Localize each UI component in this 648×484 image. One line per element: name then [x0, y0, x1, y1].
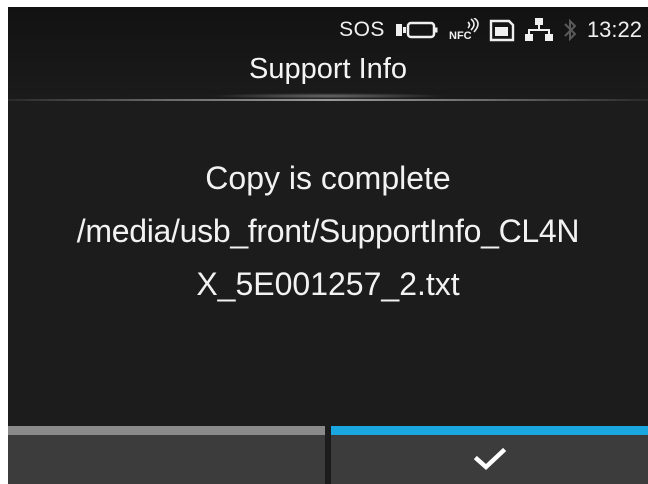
clock: 13:22 [586, 17, 642, 42]
nfc-icon: NFC [449, 18, 479, 42]
status-bar: SOS NFC 13:22 [339, 14, 642, 46]
message-line-1: Copy is complete [205, 160, 451, 196]
confirm-indicator [331, 426, 648, 435]
header: SOS NFC 13:22 Support Info [8, 7, 648, 99]
softkey-bar [8, 426, 648, 484]
battery-icon [395, 20, 439, 40]
message: Copy is complete /media/usb_front/Suppor… [8, 152, 648, 311]
network-icon [524, 17, 553, 43]
header-divider [8, 99, 648, 101]
confirm-button[interactable] [331, 426, 648, 484]
svg-text:NFC: NFC [449, 30, 472, 42]
page-title: Support Info [249, 53, 407, 85]
printer-display: SOS NFC 13:22 Support Info Copy is compl… [8, 7, 648, 484]
left-softkey-indicator [8, 426, 325, 435]
sos-label: SOS [339, 18, 385, 41]
checkmark-icon [473, 447, 506, 476]
left-softkey-button[interactable] [8, 426, 325, 484]
message-line-2: /media/usb_front/SupportInfo_CL4N [76, 213, 580, 249]
message-line-3: X_5E001257_2.txt [196, 266, 460, 302]
sd-card-icon [489, 18, 515, 42]
left-softkey-label [8, 442, 325, 480]
bluetooth-icon [563, 17, 577, 43]
